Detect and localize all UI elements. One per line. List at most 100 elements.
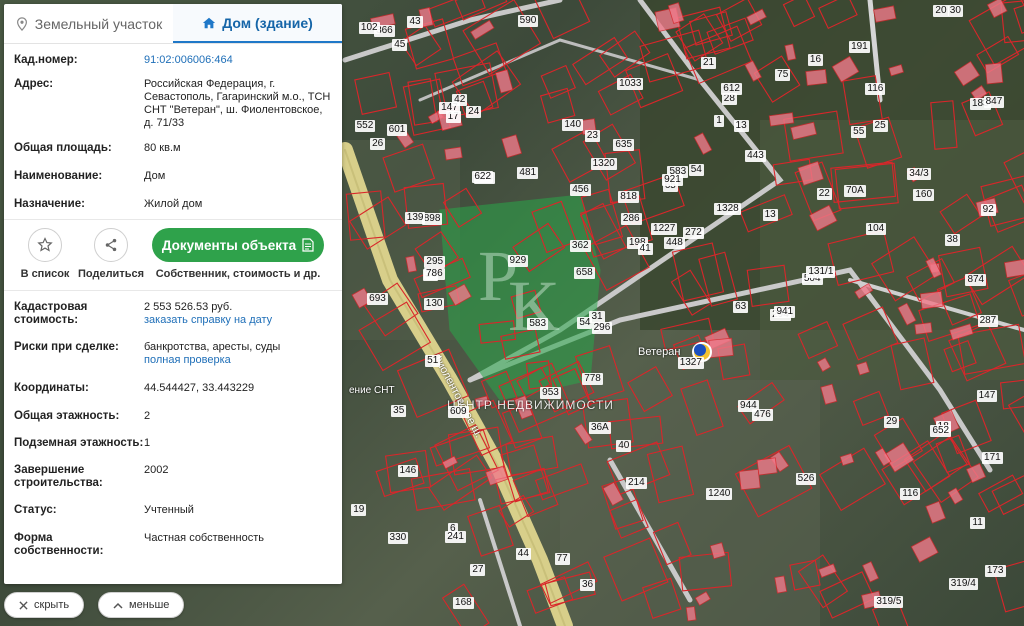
parcel-outline xyxy=(852,390,890,427)
full-check-link[interactable]: полная проверка xyxy=(144,354,231,366)
info-row-name: Наименование: Дом xyxy=(14,170,332,183)
parcel-number: 1227 xyxy=(651,223,678,236)
order-certificate-link[interactable]: заказать справку на дату xyxy=(144,314,272,326)
snt-label: ение СНТ xyxy=(349,385,395,396)
share-button[interactable] xyxy=(94,228,128,262)
parcel-number: 214 xyxy=(625,477,647,490)
parcel-number: 21 xyxy=(700,57,717,70)
building-footprint xyxy=(805,68,828,86)
svg-text:K: K xyxy=(508,266,560,346)
parcel-number: 70А xyxy=(843,184,866,197)
info-row-risks: Риски при сделке: банкротства, аресты, с… xyxy=(14,341,332,367)
parcel-number: 147 xyxy=(976,389,998,402)
chevron-up-icon xyxy=(113,602,123,609)
collapse-panel-button[interactable]: меньше xyxy=(98,592,185,618)
parcel-number: 456 xyxy=(570,184,591,197)
watermark-text: ЦЕНТР НЕДВИЖИМОСТИ xyxy=(447,398,614,412)
parcel-number: 818 xyxy=(618,190,639,203)
parcel-number: 41 xyxy=(637,243,653,256)
parcel-number: 54 xyxy=(688,163,704,176)
building-footprint xyxy=(708,337,734,359)
parcel-number: 319/5 xyxy=(874,596,904,609)
parcel-number: 1320 xyxy=(590,157,617,170)
building-footprint xyxy=(685,606,697,622)
parcel-number: 476 xyxy=(752,408,773,421)
parcel-number: 168 xyxy=(453,596,474,609)
parcel-number: 63 xyxy=(733,300,749,313)
coords-value: 44.544427, 33.443229 xyxy=(144,382,255,394)
tab-house[interactable]: Дом (здание) xyxy=(173,4,342,43)
parcel-number: 30 xyxy=(947,5,963,18)
parcel-number: 941 xyxy=(774,305,796,318)
parcel-number: 191 xyxy=(849,40,870,53)
parcel-number: 778 xyxy=(582,372,603,385)
parcel-number: 38 xyxy=(944,234,960,247)
info-label: Наименование: xyxy=(14,170,103,182)
building-footprint xyxy=(965,462,987,484)
tab-land-plot[interactable]: Земельный участок xyxy=(4,4,173,43)
parcel-number: 583 xyxy=(527,317,549,330)
parcel-number: 75 xyxy=(775,69,791,82)
parcel-outline xyxy=(993,553,1024,613)
parcel-number: 130 xyxy=(423,297,445,310)
parcel-number: 51 xyxy=(425,354,441,367)
parcel-number: 652 xyxy=(930,424,952,437)
info-row-purpose: Назначение: Жилой дом xyxy=(14,198,332,211)
documents-button[interactable]: Документы объекта xyxy=(152,228,324,262)
building-footprint xyxy=(756,457,778,476)
parcel-number: 131/1 xyxy=(806,266,836,279)
parcel-number: 658 xyxy=(574,267,595,280)
close-icon xyxy=(19,600,28,610)
parcel-number: 286 xyxy=(620,212,642,225)
action-bar: В список Поделиться Документы объекта Со… xyxy=(4,219,342,291)
parcel-number: 171 xyxy=(982,451,1003,464)
parcel-number: 36 xyxy=(580,578,596,591)
parcel-number: 921 xyxy=(662,173,683,186)
building-footprint xyxy=(925,500,947,524)
tab-land-plot-label: Земельный участок xyxy=(34,15,163,32)
info-row-ownership: Форма собственности: Частная собственнос… xyxy=(14,532,332,558)
parcel-number: 443 xyxy=(745,150,766,163)
parcel-number: 1327 xyxy=(677,356,704,369)
parcel-number: 847 xyxy=(983,96,1005,109)
parcel-number: 55 xyxy=(851,126,867,139)
parcel-number: 786 xyxy=(423,268,445,281)
info-label: Форма собственности: xyxy=(14,532,104,557)
parcel-number: 1328 xyxy=(714,203,741,216)
map-pin-icon xyxy=(16,16,27,31)
cad-number-link[interactable]: 91:02:006006:464 xyxy=(144,54,233,66)
share-action: Поделиться xyxy=(78,228,144,280)
parcel-number: 287 xyxy=(977,314,999,327)
documents-button-label: Документы объекта xyxy=(161,237,297,253)
parcel-number: 146 xyxy=(397,465,419,478)
parcel-outline xyxy=(978,474,1024,513)
info-row-floors: Общая этажность: 2 xyxy=(14,410,332,423)
collapse-panel-label: меньше xyxy=(129,599,170,611)
document-icon xyxy=(302,238,314,252)
parcel-number: 552 xyxy=(354,120,376,133)
info-row-coords: Координаты: 44.544427, 33.443229 xyxy=(14,382,332,395)
building-footprint xyxy=(818,563,837,578)
parcel-number: 526 xyxy=(795,473,817,486)
address-value: Российская Федерация, г. Севастополь, Га… xyxy=(144,78,331,129)
parcel-number: 953 xyxy=(540,387,561,400)
parcel-number: 448 xyxy=(664,237,685,250)
info-row-area: Общая площадь: 80 кв.м xyxy=(14,142,332,155)
ownership-value: Частная собственность xyxy=(144,532,265,544)
building-footprint xyxy=(441,455,459,470)
star-icon xyxy=(37,237,53,252)
building-footprint xyxy=(874,447,892,467)
parcel-number: 77 xyxy=(554,553,570,566)
area-value: 80 кв.м xyxy=(144,142,181,154)
parcel-number: 601 xyxy=(386,124,408,137)
info-row-cost: Кадастровая стоимость: 2 553 526.53 руб.… xyxy=(14,301,332,327)
hide-panel-label: скрыть xyxy=(34,599,70,611)
hide-panel-button[interactable]: скрыть xyxy=(4,592,85,618)
object-info-panel: Земельный участок Дом (здание) Кад.номер… xyxy=(4,4,342,584)
documents-action: Документы объекта Собственник, стоимость… xyxy=(152,228,324,280)
info-row-underground: Подземная этажность: 1 xyxy=(14,437,332,450)
parcel-number: 42 xyxy=(452,93,468,106)
parcel-number: 272 xyxy=(683,227,704,240)
add-to-list-button[interactable] xyxy=(28,228,62,262)
parcel-number: 173 xyxy=(984,565,1006,578)
